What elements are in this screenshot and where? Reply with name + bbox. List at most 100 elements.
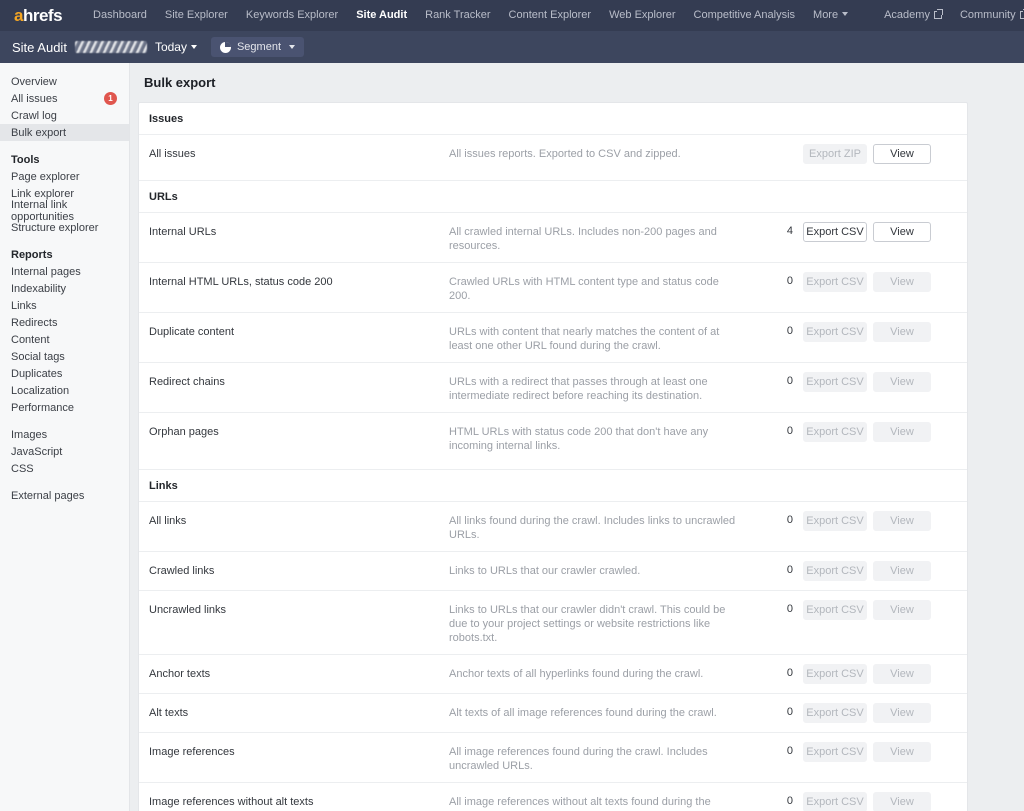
sidebar-item-label: Social tags [11,350,65,363]
sidebar-item-crawl-log[interactable]: Crawl log [0,107,129,124]
sidebar-item-label: Internal link opportunities [11,198,74,223]
ahrefs-logo[interactable]: ahrefs [14,6,63,25]
sidebar-item-css[interactable]: CSS [0,460,129,477]
issue-count-badge: 1 [104,92,117,105]
export-button[interactable]: Export CSV [803,222,867,242]
export-row-description: Links to URLs that our crawler didn't cr… [449,604,726,644]
export-button: Export CSV [803,703,867,723]
view-button[interactable]: View [873,222,931,242]
export-row-name: Internal URLs [149,226,217,238]
export-row-count: 0 [786,603,793,615]
nav-link-label: More [813,9,839,21]
sidebar-item-all-issues[interactable]: All issues 1 [0,90,129,107]
export-row-count [749,144,803,147]
sidebar-item-bulk-export[interactable]: Bulk export [0,124,129,141]
export-row-description: All image references found during the cr… [449,746,708,772]
table-row: Redirect chains URLs with a redirect that… [139,363,967,413]
sidebar-item-content[interactable]: Content [0,331,129,348]
top-navigation-bar: ahrefs Dashboard Site Explorer Keywords Ex… [0,0,1024,31]
section-heading-urls: URLs [139,181,967,213]
view-button: View [873,372,931,392]
view-button: View [873,561,931,581]
table-row: Duplicate content URLs with content that … [139,313,967,363]
sidebar-item-performance[interactable]: Performance [0,399,129,416]
export-row-actions: Export CSV View [803,422,931,442]
export-row-description: All links found during the crawl. Includ… [449,515,736,541]
table-row: Crawled links Links to URLs that our craw… [139,552,967,591]
export-row-actions: Export CSV View [803,222,931,242]
nav-link-rank-tracker[interactable]: Rank Tracker [416,0,499,31]
view-button: View [873,322,931,342]
sidebar-item-overview[interactable]: Overview [0,73,129,90]
sidebar-item-label: Bulk export [11,126,67,139]
export-row-description: Crawled URLs with HTML content type and … [449,276,719,302]
export-button: Export CSV [803,742,867,762]
date-picker-label: Today [154,40,187,54]
nav-link-dashboard[interactable]: Dashboard [84,0,156,31]
sidebar-item-label: Duplicates [11,367,63,380]
sidebar-item-duplicates[interactable]: Duplicates [0,365,129,382]
sidebar-item-links[interactable]: Links [0,297,129,314]
logo-accent-letter: a [14,6,23,25]
sidebar-item-redirects[interactable]: Redirects [0,314,129,331]
nav-link-academy[interactable]: Academy [875,0,951,31]
nav-link-site-explorer[interactable]: Site Explorer [156,0,237,31]
export-row-count: 0 [786,514,793,526]
nav-link-competitive-analysis[interactable]: Competitive Analysis [685,0,805,31]
sidebar-item-localization[interactable]: Localization [0,382,129,399]
table-row: Uncrawled links Links to URLs that our cr… [139,591,967,655]
sidebar-item-indexability[interactable]: Indexability [0,280,129,297]
sidebar-item-external-pages[interactable]: External pages [0,487,129,504]
nav-link-content-explorer[interactable]: Content Explorer [500,0,601,31]
page-title: Bulk export [144,75,216,90]
export-button: Export CSV [803,372,867,392]
sidebar-item-label: Performance [11,401,74,414]
export-row-count: 0 [786,795,793,807]
view-button: View [873,272,931,292]
table-row: Orphan pages HTML URLs with status code 2… [139,413,967,470]
sidebar-item-label: External pages [11,489,85,502]
sidebar-item-social-tags[interactable]: Social tags [0,348,129,365]
sidebar-item-label: Images [11,428,48,441]
export-button: Export CSV [803,792,867,811]
nav-link-keywords-explorer[interactable]: Keywords Explorer [237,0,347,31]
table-row: All issues All issues reports. Exported t… [139,135,967,181]
export-row-count: 0 [786,564,793,576]
sidebar-item-internal-link-opportunities[interactable]: Internal link opportunities [0,199,129,223]
export-row-count: 0 [786,745,793,757]
external-link-icon [1019,9,1024,19]
export-row-actions: Export CSV View [803,511,931,531]
sidebar-item-javascript[interactable]: JavaScript [0,443,129,460]
export-button: Export CSV [803,422,867,442]
sidebar: Overview All issues 1 Crawl log Bulk export T… [0,63,130,811]
nav-link-more[interactable]: More [804,0,857,31]
export-row-count: 0 [786,325,793,337]
nav-link-site-audit[interactable]: Site Audit [347,0,416,31]
export-row-count: 0 [786,706,793,718]
chevron-down-icon [289,45,295,49]
project-name-redacted[interactable] [74,41,147,53]
export-row-name: Image references without alt texts [149,796,314,808]
export-row-description: All crawled internal URLs. Includes non-… [449,226,717,252]
sidebar-item-label: Structure explorer [11,221,99,234]
export-button: Export CSV [803,600,867,620]
export-row-count: 0 [786,375,793,387]
sidebar-item-images[interactable]: Images [0,426,129,443]
export-row-actions: Export CSV View [803,792,931,811]
sidebar-item-page-explorer[interactable]: Page explorer [0,168,129,185]
nav-link-web-explorer[interactable]: Web Explorer [600,0,684,31]
sidebar-item-label: Indexability [11,282,67,295]
nav-link-community[interactable]: Community [951,0,1024,31]
section-heading-links: Links [139,470,967,502]
table-row: All links All links found during the craw… [139,502,967,552]
sidebar-item-label: Page explorer [11,170,80,183]
date-picker[interactable]: Today [155,40,197,54]
segment-button[interactable]: Segment [210,37,304,57]
export-row-description: All issues reports. Exported to CSV and … [449,148,681,160]
export-row-actions: Export CSV View [803,742,931,762]
view-button[interactable]: View [873,144,931,164]
export-button: Export CSV [803,511,867,531]
external-link-icon [933,9,943,19]
main-content: Bulk export Issues All issues All issues r… [130,63,1024,811]
sidebar-item-internal-pages[interactable]: Internal pages [0,263,129,280]
